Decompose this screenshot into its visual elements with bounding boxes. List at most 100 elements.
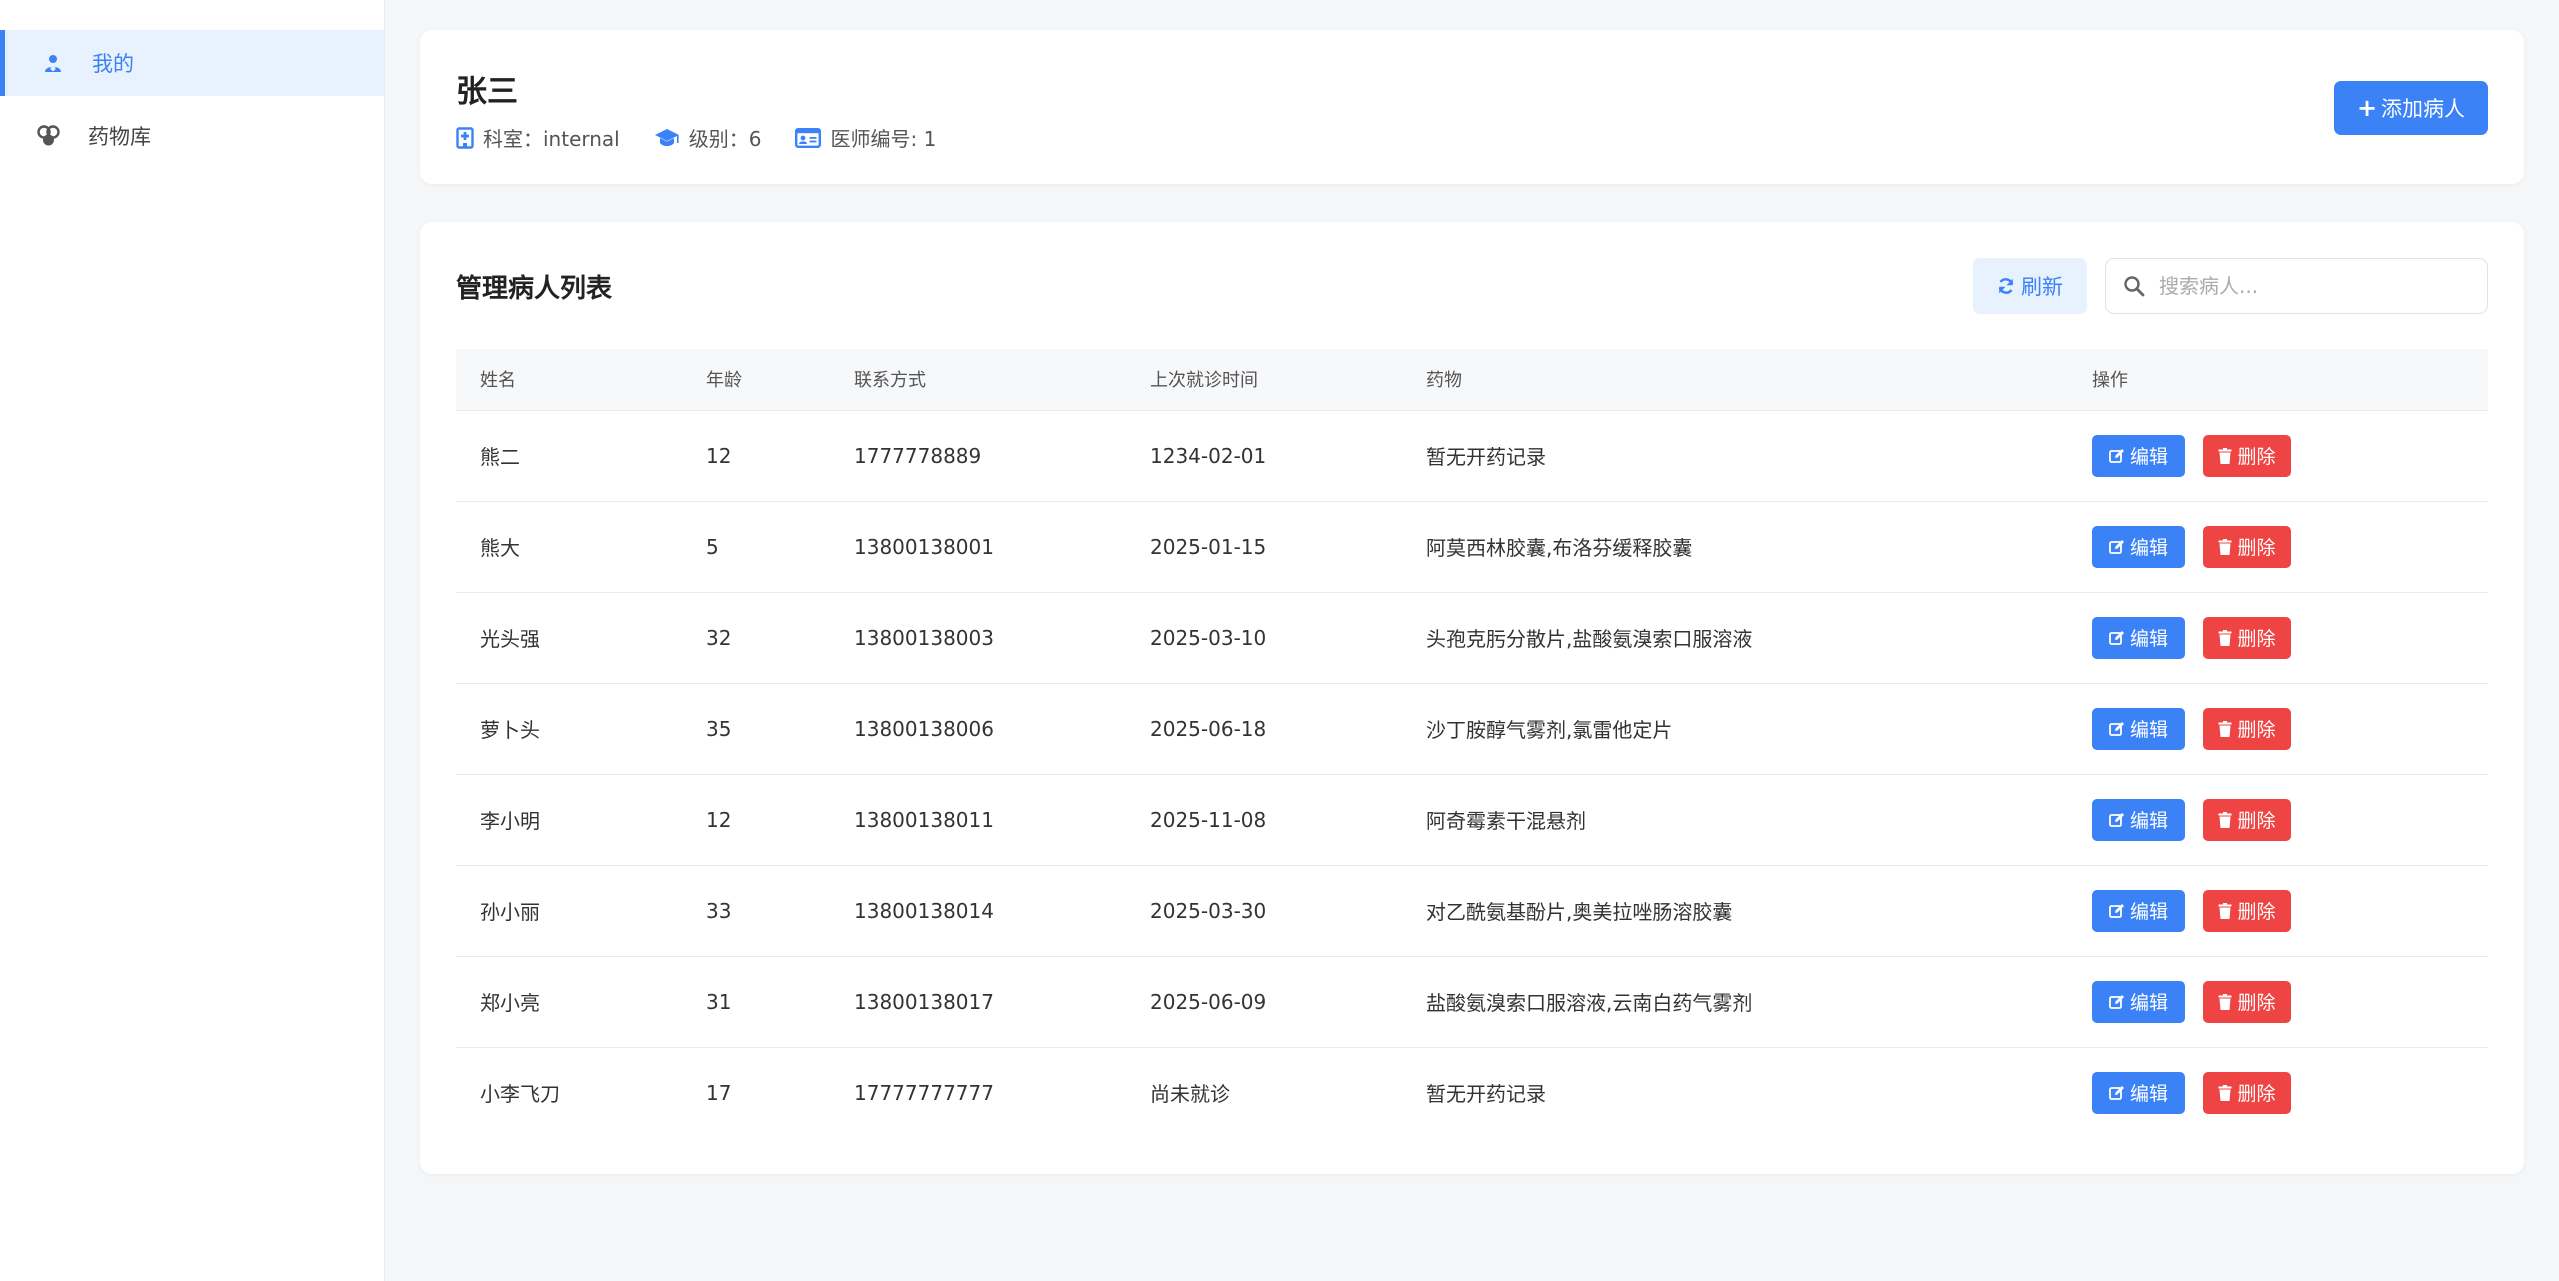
doctor-id-label: 医师编号: 1: [830, 127, 937, 151]
table-row: 光头强 32 13800138003 2025-03-10 头孢克肟分散片,盐酸氨溴索口…: [456, 592, 2488, 684]
patient-age: 32: [682, 592, 830, 684]
search-input[interactable]: [2157, 273, 2461, 299]
delete-label: 删除: [2237, 992, 2276, 1014]
delete-button[interactable]: 删除: [2203, 434, 2291, 477]
level-label: 级别：6: [688, 127, 762, 151]
patient-age: 12: [682, 774, 830, 866]
patient-contact: 13800138014: [830, 865, 1126, 957]
edit-button[interactable]: 编辑: [2092, 889, 2185, 932]
edit-label: 编辑: [2129, 992, 2168, 1014]
column-header-age: 年龄: [682, 349, 830, 411]
table-row: 熊二 12 1777778889 1234-02-01 暂无开药记录 编辑 删除: [456, 410, 2488, 502]
department-info: 科室：internal: [456, 123, 620, 152]
table-row: 郑小亮 31 13800138017 2025-06-09 盐酸氨溴索口服溶液,云南白药…: [456, 956, 2488, 1048]
edit-button[interactable]: 编辑: [2092, 525, 2185, 568]
patient-last-visit: 1234-02-01: [1126, 410, 1402, 502]
search-icon: [2124, 276, 2145, 297]
patient-medication: 盐酸氨溴索口服溶液,云南白药气雾剂: [1402, 956, 2068, 1048]
delete-button[interactable]: 删除: [2203, 1071, 2291, 1114]
patient-table: 姓名 年龄 联系方式 上次就诊时间 药物 操作 熊二 12 1777778889 12…: [456, 349, 2488, 1138]
patient-age: 17: [706, 1080, 732, 1105]
add-patient-label: 添加病人: [2381, 97, 2466, 121]
add-patient-button[interactable]: + 添加病人: [2334, 81, 2488, 135]
trash-icon: [2218, 902, 2232, 919]
patient-last-visit: 2025-06-18: [1126, 683, 1402, 775]
doctor-meta: 科室：internal 级别：6 医师编号: 1: [456, 123, 970, 152]
delete-label: 删除: [2237, 901, 2276, 923]
column-header-last-visit: 上次就诊时间: [1126, 349, 1402, 411]
edit-icon: [2109, 448, 2124, 463]
patient-medication: 对乙酰氨基酚片,奥美拉唑肠溶胶囊: [1402, 865, 2068, 957]
delete-label: 删除: [2237, 628, 2276, 650]
sidebar-item-mine[interactable]: 我的: [0, 30, 384, 96]
edit-label: 编辑: [2129, 901, 2168, 923]
column-header-name: 姓名: [456, 349, 682, 411]
edit-button[interactable]: 编辑: [2092, 798, 2185, 841]
patient-contact: 1777778889: [830, 410, 1126, 502]
delete-label: 删除: [2237, 719, 2276, 741]
delete-button[interactable]: 删除: [2203, 616, 2291, 659]
trash-icon: [2218, 1084, 2232, 1101]
patient-contact: 13800138003: [830, 592, 1126, 684]
edit-button[interactable]: 编辑: [2092, 616, 2185, 659]
trash-icon: [2218, 811, 2232, 828]
patient-actions: 编辑 删除: [2068, 410, 2488, 502]
delete-button[interactable]: 删除: [2203, 707, 2291, 750]
patient-name: 熊大: [456, 501, 682, 593]
patient-last-visit: 2025-03-10: [1126, 592, 1402, 684]
patient-last-visit: 2025-06-09: [1126, 956, 1402, 1048]
table-row: 李小明 12 13800138011 2025-11-08 阿奇霉素干混悬剂 编辑 删除: [456, 774, 2488, 866]
edit-icon: [2109, 994, 2124, 1009]
edit-icon: [2109, 721, 2124, 736]
refresh-button[interactable]: 刷新: [1973, 258, 2087, 314]
delete-label: 删除: [2237, 1083, 2276, 1106]
delete-button[interactable]: 删除: [2203, 525, 2291, 568]
delete-label: 删除: [2237, 537, 2276, 559]
trash-icon: [2218, 993, 2232, 1010]
patient-actions: 编辑 删除: [2068, 956, 2488, 1048]
search-box: [2105, 258, 2488, 314]
hospital-icon: [456, 126, 474, 149]
edit-label: 编辑: [2129, 810, 2168, 832]
sidebar-item-drug-library[interactable]: 药物库: [0, 103, 384, 169]
patient-table-body: 熊二 12 1777778889 1234-02-01 暂无开药记录 编辑 删除 熊大 5 138…: [456, 410, 2488, 1138]
department-label: 科室：internal: [483, 127, 620, 151]
edit-icon: [2109, 903, 2124, 918]
patient-age: 33: [682, 865, 830, 957]
edit-icon: [2109, 1085, 2124, 1100]
patient-medication: 阿奇霉素干混悬剂: [1402, 774, 2068, 866]
patient-name: 孙小丽: [456, 865, 682, 957]
delete-button[interactable]: 删除: [2203, 980, 2291, 1023]
edit-button[interactable]: 编辑: [2092, 1071, 2185, 1114]
patient-last-visit: 尚未就诊: [1150, 1082, 1230, 1107]
sidebar-item-label: 药物库: [88, 125, 151, 149]
patient-actions: 编辑 删除: [2068, 865, 2488, 957]
edit-label: 编辑: [2129, 628, 2168, 650]
edit-button[interactable]: 编辑: [2092, 980, 2185, 1023]
patient-name: 光头强: [456, 592, 682, 684]
patient-name: 萝卜头: [456, 683, 682, 775]
patient-age: 5: [682, 501, 830, 593]
trash-icon: [2218, 720, 2232, 737]
refresh-label: 刷新: [2021, 275, 2063, 299]
edit-icon: [2109, 812, 2124, 827]
trash-icon: [2218, 629, 2232, 646]
delete-button[interactable]: 删除: [2203, 889, 2291, 932]
delete-label: 删除: [2237, 446, 2276, 468]
patient-age: 31: [682, 956, 830, 1048]
patient-name: 熊二: [456, 410, 682, 502]
patient-contact: 13800138011: [830, 774, 1126, 866]
edit-button[interactable]: 编辑: [2092, 707, 2185, 750]
table-row: 小李飞刀 17 17777777777 尚未就诊 暂无开药记录 编辑 删除: [456, 1047, 2488, 1138]
patient-medication: 暂无开药记录: [1402, 410, 2068, 502]
delete-label: 删除: [2237, 810, 2276, 832]
patient-list-title: 管理病人列表: [456, 274, 613, 304]
table-row: 萝卜头 35 13800138006 2025-06-18 沙丁胺醇气雾剂,氯雷他定片编…: [456, 683, 2488, 775]
table-header-row: 姓名 年龄 联系方式 上次就诊时间 药物 操作: [456, 349, 2488, 411]
trash-icon: [2218, 447, 2232, 464]
edit-button[interactable]: 编辑: [2092, 434, 2185, 477]
graduation-cap-icon: [654, 128, 679, 146]
patient-age: 35: [682, 683, 830, 775]
delete-button[interactable]: 删除: [2203, 798, 2291, 841]
plus-icon: +: [2356, 94, 2378, 122]
